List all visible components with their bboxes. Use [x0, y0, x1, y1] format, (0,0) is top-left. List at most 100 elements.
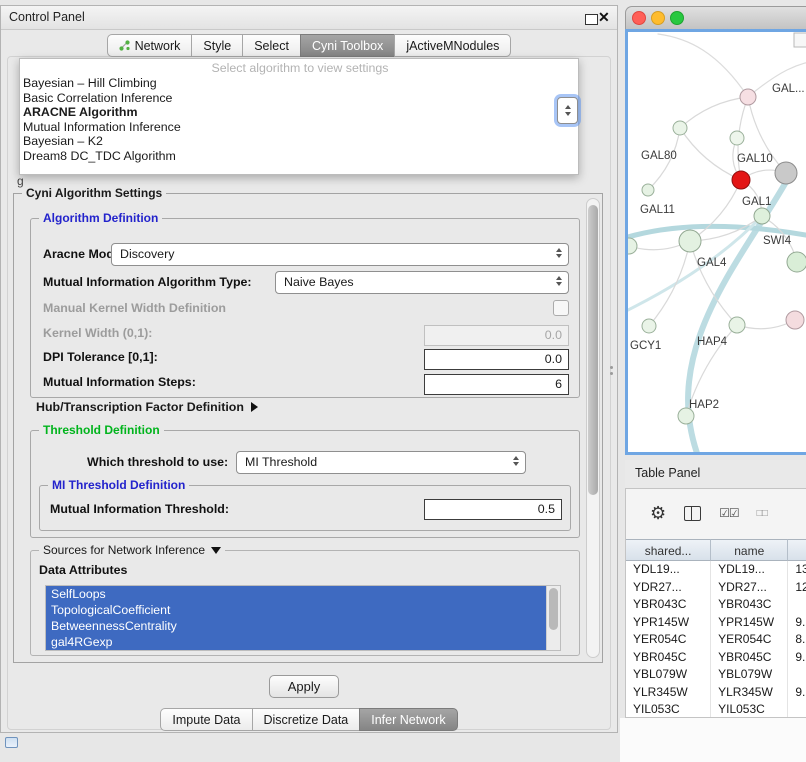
table-cell: 9. [788, 649, 806, 667]
table-panel-title: Table Panel [635, 466, 700, 480]
network-node[interactable] [787, 252, 806, 272]
table-cell: YDR27... [711, 579, 788, 597]
scrollbar-corner[interactable] [794, 33, 806, 47]
tab-label: Cyni Toolbox [312, 39, 383, 53]
table-cell: YBR045C [626, 649, 711, 667]
table-cell: YLR345W [626, 684, 711, 702]
network-node[interactable] [642, 184, 654, 196]
hub-definition-toggle[interactable]: Hub/Transcription Factor Definition [36, 400, 258, 414]
table-row[interactable]: YDL19...YDL19...13 [626, 561, 806, 579]
restore-panel-icon[interactable] [5, 737, 18, 748]
table-row[interactable]: YBL079WYBL079W [626, 666, 806, 684]
which-threshold-select[interactable]: MI Threshold [236, 451, 526, 474]
deselect-checkboxes-icon[interactable]: □□ [757, 508, 767, 519]
tab-network[interactable]: Network [107, 34, 193, 57]
table-card: ⚙ ☑☑ □□ shared...name YDL19...YDL19...13… [625, 488, 806, 718]
mi-threshold-field[interactable]: 0.5 [424, 499, 562, 520]
manual-kernel-checkbox[interactable] [553, 300, 569, 316]
columns-icon[interactable] [684, 506, 701, 521]
close-icon[interactable]: ✕ [598, 9, 610, 26]
algorithm-option[interactable]: Mutual Information Inference [22, 120, 578, 135]
tab-jactivemnodules[interactable]: jActiveMNodules [394, 34, 511, 57]
table-row[interactable]: YPR145WYPR145W9. [626, 614, 806, 632]
network-node-label: GAL... [772, 83, 805, 95]
network-node[interactable] [673, 121, 687, 135]
network-node-label: HAP2 [689, 399, 719, 411]
algorithm-option[interactable]: Basic Correlation Inference [22, 91, 578, 106]
mi-steps-field[interactable]: 6 [424, 374, 569, 395]
zoom-traffic-light[interactable] [670, 11, 684, 25]
settings-scrollbar[interactable] [586, 198, 600, 658]
list-scrollbar[interactable] [546, 586, 560, 650]
mi-type-value: Naive Bayes [284, 275, 354, 289]
network-node[interactable] [730, 131, 744, 145]
close-traffic-light[interactable] [632, 11, 646, 25]
algorithm-option[interactable]: ARACNE Algorithm [22, 105, 578, 120]
network-node[interactable] [786, 311, 804, 329]
column-header[interactable]: shared... [626, 539, 711, 561]
table-row[interactable]: YDR27...YDR27...12 [626, 579, 806, 597]
attribute-item[interactable]: BetweennessCentrality [46, 618, 547, 634]
gear-icon[interactable]: ⚙ [650, 504, 666, 522]
network-node[interactable] [754, 208, 770, 224]
network-node-label: HAP4 [697, 336, 728, 348]
clipped-text-fragment: g [17, 174, 24, 188]
table-row[interactable]: YBR045CYBR045C9. [626, 649, 806, 667]
float-window-icon[interactable] [585, 14, 598, 25]
network-node[interactable] [740, 89, 756, 105]
minimize-traffic-light[interactable] [651, 11, 665, 25]
tab-label: Select [254, 39, 289, 53]
table-cell: YIL053C [711, 701, 788, 717]
algorithm-option[interactable]: Bayesian – K2 [22, 134, 578, 149]
column-header[interactable] [788, 539, 806, 561]
tab-impute-data[interactable]: Impute Data [160, 708, 252, 731]
algorithm-option[interactable]: Bayesian – Hill Climbing [22, 76, 578, 91]
table-row[interactable]: YLR345WYLR345W9. [626, 684, 806, 702]
dpi-tolerance-field[interactable]: 0.0 [424, 349, 569, 370]
cyni-algorithm-settings-group: Cyni Algorithm Settings Algorithm Defini… [13, 193, 603, 663]
mi-type-select[interactable]: Naive Bayes [275, 271, 569, 294]
algorithm-option[interactable]: Dream8 DC_TDC Algorithm [22, 149, 578, 164]
expand-arrow-icon [251, 402, 258, 412]
column-header[interactable]: name [711, 539, 788, 561]
tab-style[interactable]: Style [191, 34, 243, 57]
aracne-mode-select[interactable]: Discovery [111, 243, 569, 266]
tab-select[interactable]: Select [242, 34, 301, 57]
table-cell: YPR145W [626, 614, 711, 632]
network-node[interactable] [642, 319, 656, 333]
focused-spinner[interactable] [557, 97, 578, 124]
splitter-handle[interactable] [610, 366, 614, 378]
network-window-titlebar[interactable] [625, 6, 806, 29]
mi-type-label: Mutual Information Algorithm Type: [43, 275, 252, 289]
tab-discretize-data[interactable]: Discretize Data [252, 708, 361, 731]
control-panel-titlebar: Control Panel ✕ [1, 6, 617, 30]
attribute-item[interactable]: gal4RGexp [46, 634, 547, 650]
list-scrollbar-thumb[interactable] [549, 588, 558, 630]
attribute-item[interactable]: SelfLoops [46, 586, 547, 602]
attribute-item[interactable]: TopologicalCoefficient [46, 602, 547, 618]
table-row[interactable]: YBR043CYBR043C [626, 596, 806, 614]
table-header: shared...name [626, 539, 806, 561]
table-row[interactable]: YIL053CYIL053C [626, 701, 806, 717]
kernel-width-field[interactable]: 0.0 [424, 325, 569, 346]
network-node[interactable] [729, 317, 745, 333]
spinner-up-icon[interactable] [565, 105, 571, 109]
aracne-mode-value: Discovery [120, 247, 174, 261]
spinner-down-icon[interactable] [565, 112, 571, 116]
select-all-checkboxes-icon[interactable]: ☑☑ [719, 506, 739, 520]
settings-scrollbar-thumb[interactable] [588, 205, 598, 495]
sources-toggle[interactable]: Sources for Network Inference [39, 543, 225, 557]
tab-infer-network[interactable]: Infer Network [359, 708, 457, 731]
table-row[interactable]: YER054CYER054C8. [626, 631, 806, 649]
network-node[interactable] [775, 162, 797, 184]
algorithm-dropdown-popup: Select algorithm to view settings Bayesi… [19, 58, 579, 175]
algorithm-definition-title: Algorithm Definition [39, 211, 162, 225]
network-node[interactable] [732, 171, 750, 189]
table-cell [788, 596, 806, 614]
network-canvas[interactable]: GAL...GAL80GAL10GAL11GAL1SWI4GAL4GCY1HAP… [625, 29, 806, 455]
apply-button[interactable]: Apply [269, 675, 339, 698]
network-node[interactable] [679, 230, 701, 252]
mi-threshold-group: MI Threshold Definition Mutual Informati… [39, 485, 571, 531]
tab-cyni-toolbox[interactable]: Cyni Toolbox [300, 34, 395, 57]
network-node[interactable] [628, 238, 637, 254]
